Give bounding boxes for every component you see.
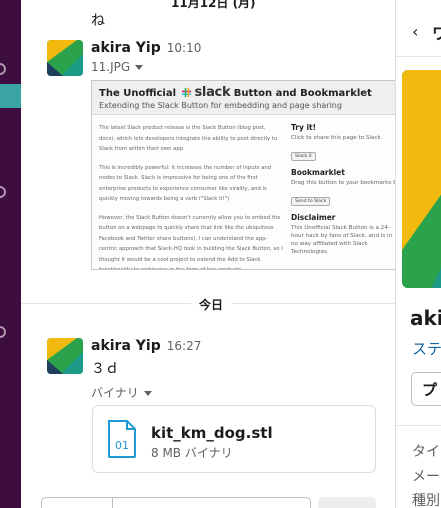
preview-try-heading: Try it! xyxy=(291,123,317,132)
avatar-icon xyxy=(47,338,83,374)
panel-divider xyxy=(396,56,441,57)
message-text: ３ｄ xyxy=(91,361,119,377)
profile-field-label: 種別 xyxy=(412,493,440,508)
profile-panel: ‹ ワ akir ステ プ タイ メー 種別 xyxy=(395,0,441,508)
profile-name: akir xyxy=(410,306,441,330)
image-preview[interactable]: The Unofficial slack Button and Bookmark… xyxy=(91,80,395,270)
chevron-down-icon xyxy=(143,391,152,396)
slack-logo-icon xyxy=(182,87,192,98)
binary-file-icon: 01 xyxy=(108,420,136,458)
preview-paragraph: However, the Slack Button doesn't curren… xyxy=(99,214,283,270)
preview-body: The latest Slack product release is the … xyxy=(99,123,283,270)
file-icon-text: 01 xyxy=(115,439,129,452)
file-name[interactable]: kit_km_dog.stl xyxy=(151,424,273,442)
message-text: ね xyxy=(91,13,105,29)
file-title: バイナリ xyxy=(91,386,139,400)
date-divider-label: 11月12日 (月) xyxy=(171,0,256,10)
chevron-down-icon xyxy=(135,65,144,70)
message-composer[interactable] xyxy=(41,497,311,508)
author-name[interactable]: akira Yip xyxy=(91,338,161,354)
profile-action-button[interactable]: プ xyxy=(411,372,441,406)
profile-field-label: メー xyxy=(412,469,440,485)
date-divider-today[interactable]: 今日 xyxy=(191,296,232,313)
preview-paragraph: This is incredibly powerful: it increase… xyxy=(99,164,272,203)
preview-bookmarklet-heading: Bookmarklet xyxy=(291,168,345,177)
sidebar-active-item[interactable] xyxy=(0,84,21,108)
chevron-left-icon[interactable]: ‹ xyxy=(412,22,418,41)
composer-divider xyxy=(112,498,113,508)
preview-try-text: Click to share this page to Slack xyxy=(291,135,381,141)
preview-title-prefix: The Unofficial xyxy=(99,88,176,99)
profile-photo-icon xyxy=(402,70,441,288)
preview-header: The Unofficial slack Button and Bookmark… xyxy=(92,81,395,115)
avatar-icon xyxy=(47,40,83,76)
profile-action-label: プ xyxy=(422,381,438,399)
message-timestamp[interactable]: 10:10 xyxy=(167,41,202,55)
message-header: akira Yip 16:27 xyxy=(91,338,201,354)
panel-divider xyxy=(396,425,441,426)
preview-paragraph: The latest Slack product release is the … xyxy=(99,125,278,152)
workspace-sidebar xyxy=(0,0,21,508)
preview-subtitle: Extending the Slack Button for embedding… xyxy=(99,101,342,110)
preview-disclaimer-heading: Disclaimer xyxy=(291,213,336,222)
sidebar-status-icon[interactable] xyxy=(0,186,6,198)
preview-sidebar: Try it! Click to share this page to Slac… xyxy=(291,123,395,256)
file-meta: 8 MB バイナリ xyxy=(151,446,233,460)
profile-status-link[interactable]: ステ xyxy=(412,338,441,359)
sidebar-status-icon[interactable] xyxy=(0,63,6,75)
preview-slack-button: Slack 0 xyxy=(291,152,316,161)
message-pane: 11月12日 (月) ね akira Yip 10:10 11.JPG The U… xyxy=(21,0,395,508)
preview-send-button: Send to Slack xyxy=(291,197,331,206)
preview-brand: slack xyxy=(194,85,231,100)
profile-photo[interactable] xyxy=(402,70,441,288)
preview-title: The Unofficial slack Button and Bookmark… xyxy=(99,85,372,100)
message-timestamp[interactable]: 16:27 xyxy=(167,339,202,353)
user-avatar[interactable] xyxy=(47,338,83,374)
author-name[interactable]: akira Yip xyxy=(91,40,161,56)
preview-title-suffix: Button and Bookmarklet xyxy=(233,88,372,99)
send-button[interactable] xyxy=(318,497,376,508)
profile-field-label: タイ xyxy=(412,444,440,460)
file-title-toggle[interactable]: バイナリ xyxy=(91,384,152,401)
preview-disclaimer-text: This Unofficial Slack Button is a 24-hou… xyxy=(291,225,393,255)
file-title-toggle[interactable]: 11.JPG xyxy=(91,60,144,74)
file-title: 11.JPG xyxy=(91,60,131,74)
message-header: akira Yip 10:10 xyxy=(91,40,201,56)
file-attachment[interactable]: 01 kit_km_dog.stl 8 MB バイナリ xyxy=(92,405,376,473)
sidebar-status-icon[interactable] xyxy=(0,326,6,338)
user-avatar[interactable] xyxy=(47,40,83,76)
panel-title: ワ xyxy=(432,20,441,44)
preview-bookmarklet-text: Drag this button to your bookmarks b xyxy=(291,180,395,186)
